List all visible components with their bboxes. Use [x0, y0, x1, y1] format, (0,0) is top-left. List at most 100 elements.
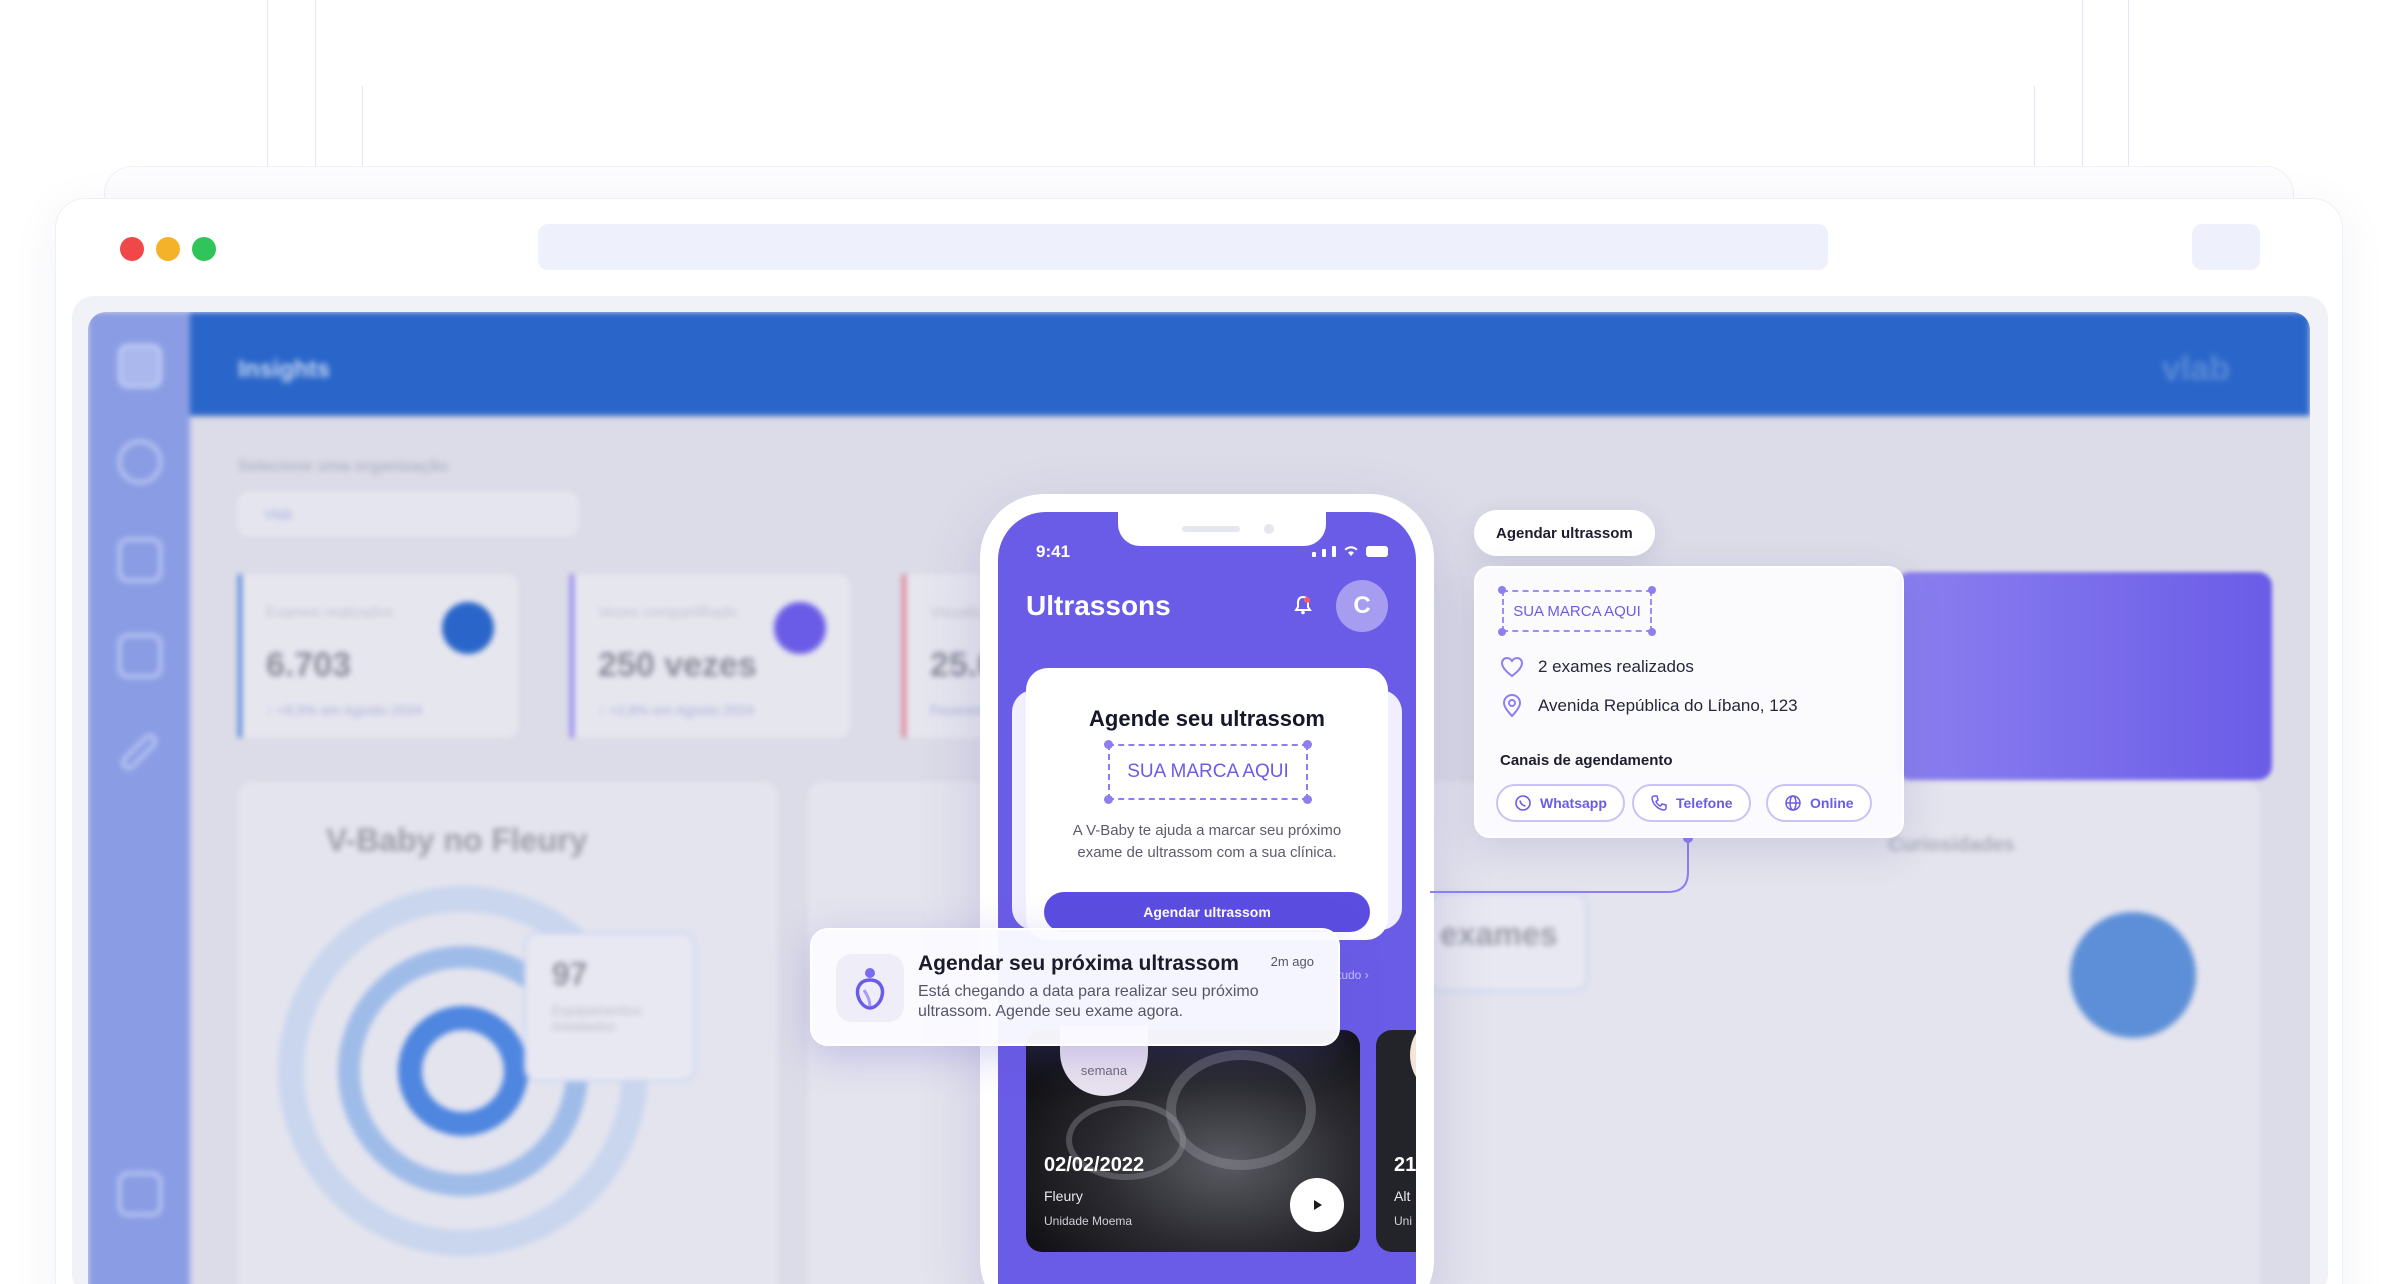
user-avatar[interactable]: C: [1336, 580, 1388, 632]
stat-trend: ↑ +8,5% em Agosto 2024: [266, 702, 423, 718]
database-icon[interactable]: [118, 634, 162, 678]
maximize-window-button[interactable]: [192, 237, 216, 261]
document-icon[interactable]: [118, 538, 162, 582]
logout-icon[interactable]: [118, 1172, 162, 1216]
status-time: 9:41: [1036, 542, 1071, 561]
decor-line: [2034, 86, 2035, 166]
card-accent: [238, 574, 242, 738]
whatsapp-channel-button[interactable]: Whatsapp: [1496, 784, 1625, 822]
resize-handle: [1303, 740, 1312, 749]
browser-action-button[interactable]: [2192, 224, 2260, 270]
notification-time: 2m ago: [1270, 954, 1314, 969]
chart-title: V-Baby no Fleury: [326, 822, 588, 858]
clinic-address: Avenida República do Líbano, 123: [1538, 696, 1798, 715]
notification-bell-icon[interactable]: [1288, 590, 1318, 620]
stage: Insights vlab Selecione uma organização …: [0, 0, 2397, 1284]
ultrasound-image: [1166, 1050, 1316, 1170]
equipment-label: Equipamentos instalados: [552, 1002, 642, 1034]
heart-icon: [1500, 656, 1524, 678]
stat-card-exams: Exames realizados 6.703 ↑ +8,5% em Agost…: [238, 574, 518, 738]
phone-mockup: 9:41 Ultrassons C Agende seu ultrassom S…: [980, 494, 1434, 1284]
video-place: Alt: [1394, 1188, 1411, 1204]
promo-banner: [1896, 572, 2272, 780]
card-accent: [570, 574, 574, 738]
pie-chart: [2070, 912, 2196, 1038]
schedule-card: Agende seu ultrassom SUA MARCA AQUI A V-…: [1026, 668, 1388, 940]
baby-logo-icon: [855, 968, 885, 1010]
video-date: 02/02/2022: [1044, 1154, 1145, 1176]
connector-line: [1430, 834, 1693, 893]
decor-line: [2128, 0, 2129, 166]
schedule-card-description: A V-Baby te ajuda a marcar seu próximo e…: [1072, 822, 1342, 861]
play-icon: [1314, 1200, 1322, 1210]
stat-label: Exames realizados: [266, 604, 393, 621]
donut-ring-inner: [398, 1006, 528, 1136]
equipment-box: 97 Equipamentos instalados: [524, 932, 696, 1082]
user-icon[interactable]: [118, 344, 162, 388]
stat-value: 6.703: [266, 646, 352, 684]
dashboard-header: [190, 312, 2310, 416]
phone-channel-button[interactable]: Telefone: [1632, 784, 1751, 822]
video-place: Fleury: [1044, 1188, 1083, 1204]
exams-count-row: 2 exames realizados: [1500, 656, 1694, 678]
video-unit: Uni: [1394, 1214, 1413, 1228]
address-bar[interactable]: [538, 224, 1828, 270]
channel-label: Whatsapp: [1540, 795, 1607, 811]
decor-line: [267, 0, 268, 166]
dashboard-title: Insights: [238, 356, 331, 383]
see-all-link[interactable]: tudo ›: [1338, 968, 1369, 982]
notification-title: Agendar seu próxima ultrassom: [918, 952, 1239, 975]
signal-icon: [1322, 549, 1326, 557]
brand-placeholder: SUA MARCA AQUI: [1502, 590, 1652, 632]
stat-value: 250 vezes: [598, 646, 757, 684]
channel-label: Online: [1810, 795, 1854, 811]
minimize-window-button[interactable]: [156, 237, 180, 261]
battery-icon: [1366, 546, 1388, 557]
globe-icon: [1785, 795, 1801, 811]
app-icon: [836, 954, 904, 1022]
status-icons: [1312, 544, 1388, 557]
channels-title: Canais de agendamento: [1500, 752, 1673, 769]
dashboard-sidebar: [88, 312, 190, 1284]
curiosities-title: Curiosidades: [1888, 834, 2015, 856]
phone-notch: [1118, 512, 1326, 546]
schedule-ultrasound-button[interactable]: Agendar ultrassom: [1044, 892, 1370, 932]
pencil-icon[interactable]: [118, 731, 160, 773]
exams-heading: exames: [1440, 916, 1558, 952]
stat-trend: ↑ +2,8% em Agosto 2024: [598, 702, 755, 718]
wifi-icon: [1344, 546, 1358, 556]
camera: [1264, 524, 1274, 534]
resize-handle: [1104, 740, 1113, 749]
resize-handle: [1104, 795, 1113, 804]
decor-line: [362, 86, 363, 166]
phone-icon: [1651, 795, 1667, 811]
resize-handle: [1303, 795, 1312, 804]
phone-screen: 9:41 Ultrassons C Agende seu ultrassom S…: [998, 512, 1416, 1284]
curiosities-panel: [1880, 782, 2260, 1284]
resize-handle: [1498, 628, 1506, 636]
brand-placeholder: SUA MARCA AQUI: [1108, 744, 1308, 800]
stat-label: Vezes compartilhado: [598, 604, 738, 621]
share-icon: [774, 602, 826, 654]
video-unit: Unidade Moema: [1044, 1214, 1133, 1228]
close-window-button[interactable]: [120, 237, 144, 261]
resize-handle: [1498, 586, 1506, 594]
card-accent: [902, 574, 906, 738]
channel-label: Telefone: [1676, 795, 1733, 811]
play-button[interactable]: [1290, 1178, 1344, 1232]
address-row: Avenida República do Líbano, 123: [1500, 694, 1798, 718]
decor-line: [2082, 0, 2083, 166]
schedule-ultrasound-tag: Agendar ultrassom: [1474, 510, 1655, 556]
resize-handle: [1648, 628, 1656, 636]
cloud-icon[interactable]: [118, 440, 162, 484]
decor-line: [315, 0, 316, 166]
exams-box: exames: [1428, 892, 1588, 992]
org-select[interactable]: Vlab: [238, 492, 578, 536]
speaker: [1182, 526, 1240, 532]
org-select-label: Selecione uma organização: [238, 458, 448, 475]
cloud-icon: [442, 602, 494, 654]
signal-icon: [1332, 546, 1336, 557]
online-channel-button[interactable]: Online: [1766, 784, 1872, 822]
push-notification[interactable]: Agendar seu próxima ultrassom 2m ago Est…: [810, 928, 1340, 1046]
screen-title: Ultrassons: [1026, 590, 1171, 621]
